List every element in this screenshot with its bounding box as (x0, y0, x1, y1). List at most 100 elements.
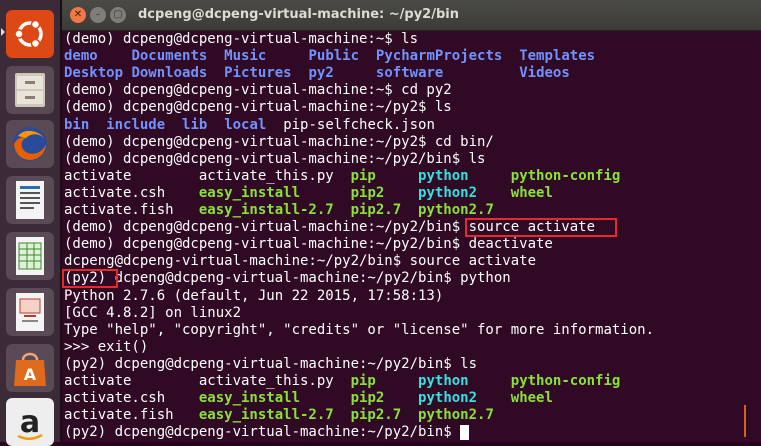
terminal-text: (py2) dcpeng@dcpeng-virtual-machine:~/py… (64, 270, 511, 287)
terminal-text: (demo) dcpeng@dcpeng-virtual-machine:~$ … (64, 31, 419, 47)
svg-text:a: a (20, 405, 40, 440)
maximize-icon[interactable]: ▢ (110, 7, 126, 23)
terminal-text: activate.csh (64, 390, 199, 407)
document-icon[interactable] (6, 176, 54, 224)
svg-text:A: A (24, 365, 37, 384)
terminal-text: pip2.7 (350, 407, 402, 424)
terminal-text: (py2) dcpeng@dcpeng-virtual-machine:~/py… (64, 355, 478, 372)
scrollbar[interactable] (748, 31, 761, 442)
terminal-text: easy_install (198, 184, 301, 201)
terminal-text: pip (350, 373, 376, 389)
terminal-line: dcpeng@dcpeng-virtual-machine:~/py2/bin$… (64, 253, 536, 270)
terminal-text: (demo) dcpeng@dcpeng-virtual-machine:~/p… (64, 236, 553, 253)
terminal-text: pip2 (350, 184, 385, 201)
terminal-line: activate activate_this.py pip python pyt… (64, 168, 620, 185)
terminal-line: activate.csh easy_install pip2 python2 w… (64, 185, 553, 202)
terminal-text: Music (224, 48, 267, 65)
terminal-line: activate.fish easy_install-2.7 pip2.7 py… (64, 407, 494, 424)
terminal-line: >>> exit() (64, 339, 148, 356)
terminal-text: local (224, 116, 267, 133)
terminal-line: activate activate_this.py pip python pyt… (64, 373, 620, 390)
terminal-text: Python 2.7.6 (default, Jun 22 2015, 17:5… (64, 287, 444, 304)
scroll-thumb[interactable] (744, 405, 746, 437)
terminal-line: (demo) dcpeng@dcpeng-virtual-machine:~/p… (64, 151, 485, 168)
terminal-text: py2 (308, 65, 334, 82)
presentation-icon[interactable] (6, 288, 54, 336)
terminal-text: pip (350, 167, 376, 184)
terminal-line: demo Documents Music Public PycharmProje… (64, 48, 595, 65)
terminal-text: software (375, 65, 444, 82)
terminal-line: (demo) dcpeng@dcpeng-virtual-machine:~/p… (64, 236, 553, 253)
close-icon[interactable]: ✕ (70, 7, 86, 23)
terminal-line: (py2) dcpeng@dcpeng-virtual-machine:~/py… (64, 270, 511, 287)
terminal-text: activate.csh (64, 184, 199, 201)
window-title: dcpeng@dcpeng-virtual-machine: ~/py2/bin (138, 7, 459, 22)
launcher: A a (0, 0, 61, 446)
active-indicator (1, 28, 5, 36)
shopping-bag-icon[interactable]: A (6, 344, 54, 392)
terminal-text: python-config (510, 373, 621, 389)
spreadsheet-icon[interactable] (6, 232, 54, 280)
highlight-py2-prefix (62, 269, 118, 288)
terminal-line: (demo) dcpeng@dcpeng-virtual-machine:~$ … (64, 31, 418, 48)
terminal-text: python2 (418, 390, 478, 407)
terminal-text: python2.7 (418, 407, 494, 424)
terminal-line: (py2) dcpeng@dcpeng-virtual-machine:~/py… (64, 424, 470, 441)
terminal-text: bin (64, 116, 90, 133)
terminal-text: pip-selfcheck.json (266, 116, 435, 133)
terminal-text: pip2 (350, 390, 385, 407)
terminal-line: activate.csh easy_install pip2 python2 w… (64, 390, 553, 407)
cursor (460, 424, 470, 440)
terminal-text: (demo) dcpeng@dcpeng-virtual-machine:~/p… (64, 99, 452, 116)
file-cabinet-icon[interactable] (6, 66, 54, 114)
terminal-text: (demo) dcpeng@dcpeng-virtual-machine:~/p… (64, 150, 486, 167)
terminal-line: Python 2.7.6 (default, Jun 22 2015, 17:5… (64, 288, 443, 305)
ubuntu-logo-icon[interactable] (6, 10, 54, 58)
terminal-line: (demo) dcpeng@dcpeng-virtual-machine:~/p… (64, 134, 494, 151)
terminal-text: Videos (519, 65, 570, 82)
terminal-text: Documents (131, 48, 208, 65)
terminal-text: pip2.7 (350, 202, 402, 218)
terminal-text: dcpeng@dcpeng-virtual-machine:~/py2/bin$… (64, 253, 537, 270)
firefox-icon[interactable] (6, 120, 54, 168)
minimize-icon[interactable]: – (90, 7, 106, 23)
terminal-text: easy_install-2.7 (198, 407, 334, 424)
terminal-text: >>> exit() (64, 338, 149, 355)
terminal-text: Pictures (224, 65, 292, 82)
terminal-text: activate activate_this.py (64, 167, 351, 184)
terminal-text: python (418, 167, 469, 184)
window-titlebar[interactable]: ✕ – ▢ dcpeng@dcpeng-virtual-machine: ~/p… (62, 0, 761, 31)
amazon-icon[interactable]: a (6, 398, 54, 446)
terminal-line: (demo) dcpeng@dcpeng-virtual-machine:~$ … (64, 82, 452, 99)
terminal-text: wheel (510, 390, 553, 407)
terminal-text: (demo) dcpeng@dcpeng-virtual-machine:~/p… (64, 133, 494, 150)
terminal-text: activate activate_this.py (64, 373, 351, 389)
terminal-line: (demo) dcpeng@dcpeng-virtual-machine:~/p… (64, 99, 452, 116)
terminal-text: wheel (510, 184, 553, 201)
terminal-text: Downloads (131, 65, 208, 82)
terminal-line: Type "help", "copyright", "credits" or "… (64, 322, 654, 339)
terminal-text: lib (182, 116, 208, 133)
